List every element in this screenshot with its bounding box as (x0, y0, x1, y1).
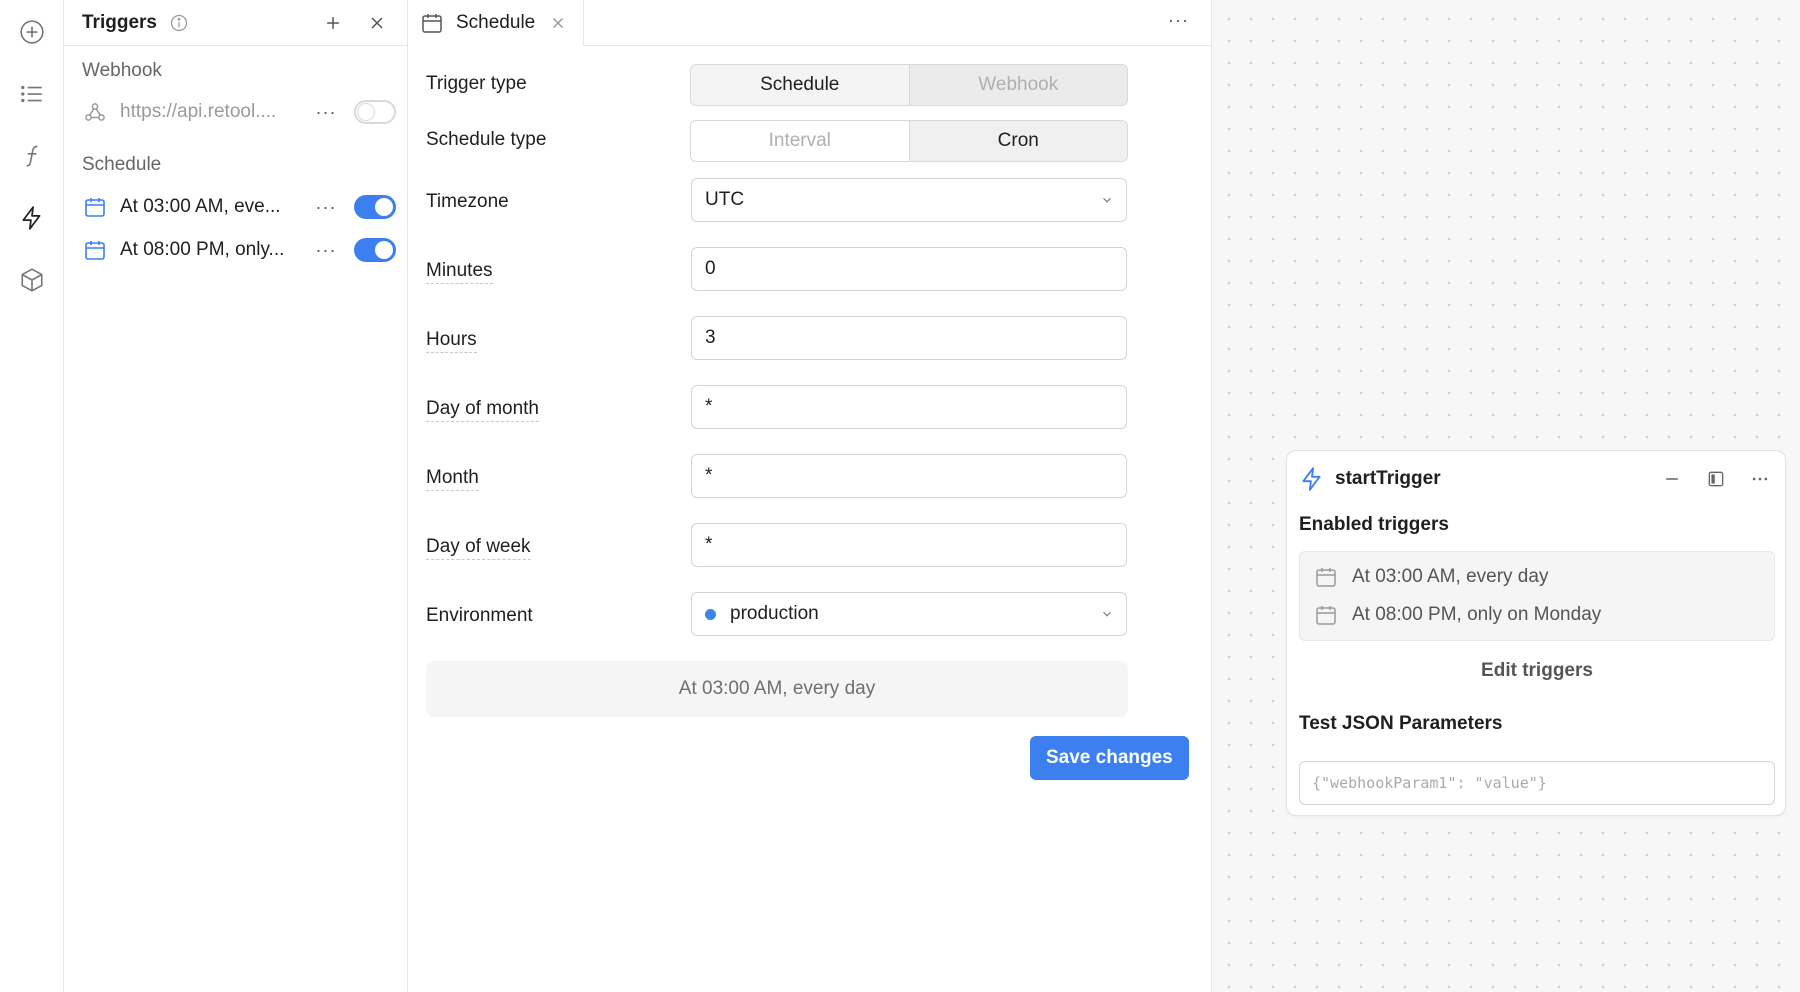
schedule-trigger-item[interactable]: At 08:00 PM, only... ··· (82, 232, 398, 268)
minutes-input[interactable]: 0 (691, 247, 1127, 291)
tab-schedule[interactable]: Schedule (408, 0, 585, 46)
schedule-type-option-interval[interactable]: Interval (691, 121, 909, 161)
triggers-title: Triggers (82, 11, 157, 33)
list-icon[interactable] (14, 76, 50, 112)
start-trigger-node[interactable]: startTrigger Enabled triggers At 03:00 A… (1286, 450, 1786, 816)
webhook-enable-toggle[interactable] (354, 100, 396, 124)
workflow-canvas[interactable]: startTrigger Enabled triggers At 03:00 A… (1212, 0, 1800, 992)
editor-tabbar: Schedule ··· (408, 0, 1211, 46)
close-panel-button[interactable] (363, 9, 391, 37)
environment-label: Environment (426, 605, 533, 626)
schedule-enable-toggle[interactable] (354, 195, 396, 219)
webhook-section-label: Webhook (82, 60, 162, 81)
tab-label: Schedule (456, 11, 536, 33)
environment-select[interactable]: production (691, 592, 1127, 636)
bolt-icon (1299, 466, 1325, 492)
schedule-trigger-label: At 03:00 AM, eve... (120, 196, 281, 217)
hours-value: 3 (705, 327, 716, 348)
more-icon[interactable]: ··· (312, 102, 340, 123)
month-label: Month (426, 467, 479, 491)
timezone-label: Timezone (426, 191, 509, 212)
more-icon[interactable] (1747, 466, 1773, 492)
test-json-input[interactable] (1299, 761, 1775, 805)
schedule-trigger-item[interactable]: At 03:00 AM, eve... ··· (82, 189, 398, 225)
day-of-week-input[interactable]: * (691, 523, 1127, 567)
hours-input[interactable]: 3 (691, 316, 1127, 360)
schedule-enable-toggle[interactable] (354, 238, 396, 262)
node-title: startTrigger (1335, 468, 1441, 489)
more-icon[interactable]: ··· (312, 240, 340, 261)
trigger-type-option-schedule[interactable]: Schedule (691, 65, 909, 105)
bolt-icon[interactable] (14, 200, 50, 236)
edit-triggers-button[interactable]: Edit triggers (1287, 660, 1787, 682)
add-icon[interactable] (14, 14, 50, 50)
schedule-trigger-label: At 08:00 PM, only... (120, 239, 285, 260)
info-icon[interactable] (169, 13, 189, 33)
panel-icon[interactable] (1703, 466, 1729, 492)
trigger-type-selector: Schedule Webhook (690, 64, 1128, 106)
function-icon[interactable] (14, 138, 50, 174)
day-of-week-value: * (705, 534, 713, 555)
enabled-trigger-label: At 08:00 PM, only on Monday (1352, 604, 1602, 625)
calendar-icon (82, 237, 108, 263)
minimize-icon[interactable] (1659, 466, 1685, 492)
calendar-icon (420, 11, 444, 35)
enabled-trigger-label: At 03:00 AM, every day (1352, 566, 1549, 587)
more-icon[interactable]: ··· (312, 197, 340, 218)
timezone-select[interactable]: UTC (691, 178, 1127, 222)
month-input[interactable]: * (691, 454, 1127, 498)
calendar-icon (1314, 603, 1338, 627)
timezone-value: UTC (705, 189, 745, 210)
month-value: * (705, 465, 713, 486)
schedule-type-option-cron[interactable]: Cron (908, 121, 1127, 161)
minutes-label: Minutes (426, 260, 493, 284)
triggers-panel: Triggers Webhook https://api.retool.... … (64, 0, 408, 992)
calendar-icon (82, 194, 108, 220)
trigger-type-label: Trigger type (426, 73, 527, 94)
day-of-week-label: Day of week (426, 536, 531, 560)
minutes-value: 0 (705, 258, 716, 279)
plus-icon (327, 16, 339, 29)
chevron-down-icon (1103, 611, 1111, 617)
enabled-triggers-label: Enabled triggers (1299, 514, 1449, 535)
chevron-down-icon (1103, 197, 1111, 203)
calendar-icon (1314, 565, 1338, 589)
icon-rail (0, 0, 64, 992)
environment-status-dot (705, 608, 716, 620)
enabled-triggers-list: At 03:00 AM, every day At 08:00 PM, only… (1299, 551, 1775, 641)
triggers-header: Triggers (64, 0, 407, 46)
cube-icon[interactable] (14, 262, 50, 298)
list-item: At 03:00 AM, every day (1314, 562, 1548, 592)
day-of-month-label: Day of month (426, 398, 539, 422)
environment-value: production (730, 603, 819, 624)
webhook-icon (82, 99, 108, 125)
list-item: At 08:00 PM, only on Monday (1314, 600, 1601, 630)
test-json-label: Test JSON Parameters (1299, 713, 1503, 734)
schedule-section-label: Schedule (82, 154, 162, 175)
hours-label: Hours (426, 329, 477, 353)
schedule-type-label: Schedule type (426, 129, 547, 150)
webhook-trigger-label: https://api.retool.... (120, 101, 277, 122)
day-of-month-value: * (705, 396, 713, 417)
node-header: startTrigger (1299, 463, 1773, 495)
schedule-summary: At 03:00 AM, every day (426, 661, 1128, 717)
schedule-type-selector: Interval Cron (690, 120, 1128, 162)
webhook-trigger-item[interactable]: https://api.retool.... ··· (82, 94, 398, 130)
schedule-editor: Schedule ··· Trigger type Schedule Webho… (408, 0, 1212, 992)
more-icon[interactable]: ··· (1168, 10, 1189, 31)
add-trigger-button[interactable] (319, 9, 347, 37)
close-icon (371, 16, 383, 29)
day-of-month-input[interactable]: * (691, 385, 1127, 429)
save-changes-button[interactable]: Save changes (1030, 736, 1189, 780)
trigger-type-option-webhook[interactable]: Webhook (908, 65, 1127, 105)
close-tab-icon[interactable] (549, 14, 567, 32)
